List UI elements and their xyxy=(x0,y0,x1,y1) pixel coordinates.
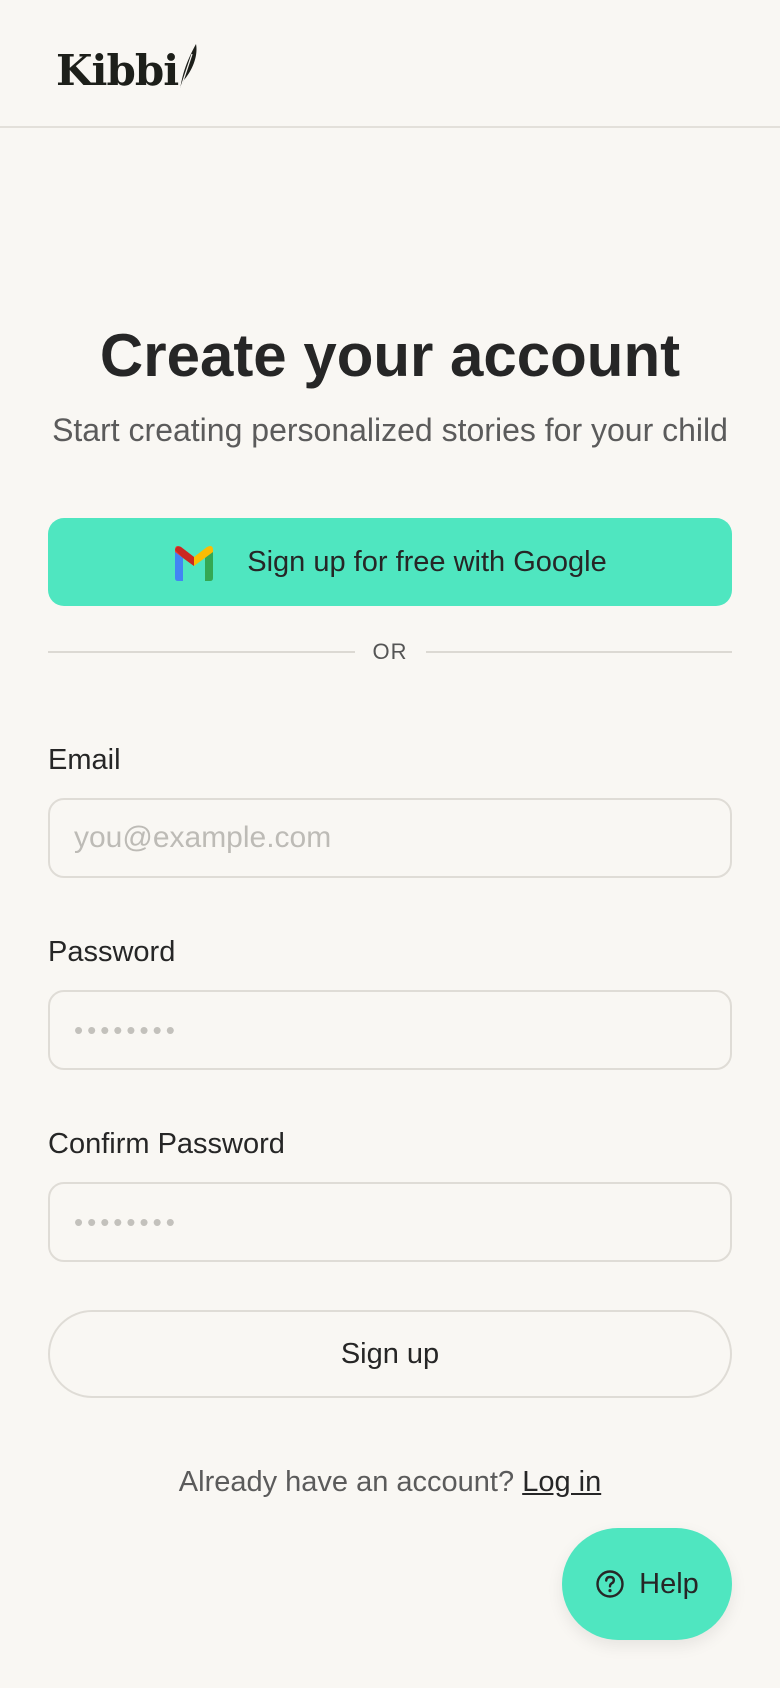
login-prompt-text: Already have an account? xyxy=(178,1466,515,1498)
divider-line-left xyxy=(48,651,355,653)
logo-text: Kibbi xyxy=(56,46,179,95)
page-title: Create your account xyxy=(99,322,681,389)
feather-icon xyxy=(179,44,197,91)
google-signup-label: Sign up for free with Google xyxy=(247,545,607,578)
email-label: Email xyxy=(48,744,121,776)
signup-button[interactable]: Sign up xyxy=(48,1310,732,1398)
password-label: Password xyxy=(48,936,176,968)
question-circle-icon xyxy=(596,1570,624,1598)
top-bar: Kibbi xyxy=(0,0,780,128)
password-field[interactable] xyxy=(48,990,732,1070)
gmail-icon xyxy=(175,546,214,581)
logo[interactable]: Kibbi xyxy=(56,40,200,92)
confirm-password-label: Confirm Password xyxy=(48,1128,285,1160)
confirm-password-field[interactable] xyxy=(48,1182,732,1262)
page-subtitle: Start creating personalized stories for … xyxy=(52,412,728,448)
or-divider: OR xyxy=(48,632,732,672)
divider-text: OR xyxy=(372,639,408,664)
divider-line-right xyxy=(425,651,732,653)
login-link[interactable]: Log in xyxy=(522,1466,601,1498)
help-button[interactable]: Help xyxy=(562,1528,732,1640)
help-label: Help xyxy=(639,1567,699,1600)
google-signup-button[interactable]: Sign up for free with Google xyxy=(48,518,732,606)
email-field[interactable] xyxy=(48,798,732,878)
login-prompt: Already have an account? Log in xyxy=(0,1462,780,1502)
